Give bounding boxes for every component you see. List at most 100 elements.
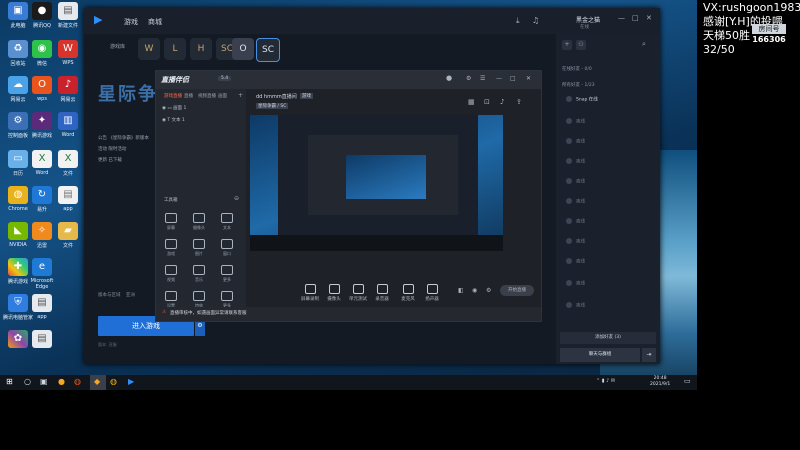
tool-item[interactable]: 更多: [216, 265, 238, 283]
tab-video-live[interactable]: 视频直播: [198, 93, 216, 99]
friend-item[interactable]: 离线: [566, 280, 585, 287]
search-icon[interactable]: ○: [24, 377, 31, 386]
search-icon[interactable]: ⌕: [642, 40, 646, 49]
news-item[interactable]: 更新 已下载: [98, 155, 149, 166]
game-tab-2[interactable]: L: [164, 38, 186, 60]
nav-shop[interactable]: 商城: [148, 17, 162, 27]
grid-icon[interactable]: ▦: [468, 98, 475, 106]
menu-icon[interactable]: ☰: [480, 75, 485, 82]
chrome-taskbar-icon[interactable]: ◍: [110, 377, 117, 386]
microphone-button[interactable]: 麦克风: [396, 284, 420, 302]
taskbar-app-icon[interactable]: ●: [58, 377, 65, 386]
desktop-icon-music[interactable]: ♪ 网易云: [52, 76, 84, 103]
region-value[interactable]: 亚洲: [126, 292, 135, 298]
tool-item[interactable]: 文本: [216, 213, 238, 231]
friend-item[interactable]: 离线: [566, 258, 585, 265]
close-icon[interactable]: ✕: [526, 75, 531, 82]
clock-date: 2021/9/1: [650, 382, 671, 387]
mic-toggle-icon[interactable]: ◉: [472, 287, 477, 294]
game-tab-5[interactable]: O: [232, 38, 254, 60]
user-name[interactable]: 黑金之猫: [576, 15, 600, 24]
desktop-icon-doc2[interactable]: ▤: [26, 330, 58, 350]
friend-item[interactable]: 离线: [566, 302, 585, 309]
news-item[interactable]: 活动 限时活动: [98, 144, 149, 155]
desktop-icon-edge[interactable]: e Microsoft Edge: [26, 258, 58, 290]
tool-item[interactable]: 窗口: [216, 239, 238, 257]
room-tag[interactable]: 游戏: [300, 93, 313, 99]
recorder-button[interactable]: 录音器: [370, 284, 394, 302]
close-icon[interactable]: ✕: [646, 14, 652, 22]
expand-chat-icon[interactable]: ⇥: [642, 348, 656, 362]
share-icon[interactable]: ⇪: [516, 98, 522, 106]
stream-preview[interactable]: [250, 115, 503, 251]
firefox-icon[interactable]: ◍: [74, 377, 81, 386]
screen-record-button[interactable]: 屏幕录制: [298, 284, 322, 302]
game-tab-1[interactable]: W: [138, 38, 160, 60]
start-live-button[interactable]: 开始直播: [500, 285, 534, 296]
tab-scene[interactable]: 画面: [218, 93, 227, 99]
friend-item[interactable]: 离线: [566, 198, 585, 205]
avatar-icon[interactable]: ●: [446, 74, 452, 82]
maximize-icon[interactable]: □: [632, 14, 639, 22]
friend-item[interactable]: 离线: [566, 138, 585, 145]
all-friends-header[interactable]: 所有好友 - 1/23: [562, 82, 595, 88]
add-scene-icon[interactable]: +: [238, 92, 243, 99]
news-item[interactable]: 公告 《星际争霸》新版本: [98, 133, 149, 144]
source-item[interactable]: ◉ T 文本 1: [162, 117, 185, 123]
test-button[interactable]: 单元测试: [346, 284, 370, 302]
desktop-icon-sheet[interactable]: X 文件: [52, 150, 84, 177]
speaker-button[interactable]: 扬声器: [420, 284, 444, 302]
task-view-icon[interactable]: ▣: [40, 377, 48, 386]
record-icon[interactable]: ◧: [458, 287, 464, 294]
friend-item[interactable]: 离线: [566, 178, 585, 185]
start-icon[interactable]: ⊞: [6, 377, 13, 386]
friend-item[interactable]: Snap 在线: [566, 96, 598, 103]
download-icon[interactable]: ⤓: [516, 16, 520, 26]
category-select[interactable]: 星际争霸 / SC: [256, 103, 289, 109]
settings-icon[interactable]: ⚙: [466, 75, 471, 82]
desktop-icon-wps[interactable]: W WPS: [52, 40, 84, 66]
tool-item[interactable]: 游戏: [160, 239, 182, 257]
maximize-icon[interactable]: □: [510, 75, 516, 82]
toolbox-options-icon[interactable]: ⊖: [234, 195, 239, 202]
tool-item[interactable]: 视频: [160, 265, 182, 283]
desktop-icon-blank[interactable]: ▤ app: [52, 186, 84, 212]
game-tab-starcraft[interactable]: SC: [256, 38, 280, 62]
room-title[interactable]: dd hmmm直播间: [256, 93, 297, 100]
tab-live[interactable]: 直播: [184, 93, 193, 99]
launcher-taskbar-icon[interactable]: ▶: [128, 377, 134, 386]
friend-item[interactable]: 离线: [566, 158, 585, 165]
chat-groups-button[interactable]: 聊天与群组: [560, 348, 640, 362]
add-friend-button[interactable]: 添加好友 (3): [560, 332, 656, 344]
tool-item[interactable]: 图片: [188, 239, 210, 257]
game-tab-3[interactable]: H: [190, 38, 212, 60]
source-item[interactable]: ◉ ▭ 画面 1: [162, 105, 186, 111]
games-library-label[interactable]: 游戏库: [110, 43, 125, 50]
desktop-icon-doc[interactable]: ▥ Word: [52, 112, 84, 138]
minimize-icon[interactable]: —: [618, 14, 625, 22]
tool-item[interactable]: 音乐: [188, 265, 210, 283]
bell-icon[interactable]: ♫: [532, 16, 539, 25]
bell-icon[interactable]: ♪: [500, 98, 504, 106]
nav-games[interactable]: 游戏: [124, 17, 138, 27]
friend-item[interactable]: 离线: [566, 118, 585, 125]
lock-icon[interactable]: ⊡: [484, 98, 490, 106]
desktop-icon-folder[interactable]: ▰ 文件: [52, 222, 84, 249]
friend-item[interactable]: 离线: [566, 218, 585, 225]
tool-item[interactable]: 摄像头: [188, 213, 210, 231]
minimize-icon[interactable]: —: [496, 75, 502, 82]
desktop-icon-app[interactable]: ▤ app: [26, 294, 58, 320]
notification-icon[interactable]: ▭: [684, 377, 691, 385]
gear-icon[interactable]: ⚙: [486, 287, 491, 294]
clock[interactable]: 20:48 2021/9/1: [650, 376, 670, 388]
tool-item[interactable]: 屏幕: [160, 213, 182, 231]
version-badge[interactable]: 5.4: [218, 76, 232, 81]
camera-button[interactable]: 摄像头: [322, 284, 346, 302]
online-friends-header[interactable]: 在线好友 - 0/0: [562, 66, 592, 72]
friend-item[interactable]: 离线: [566, 238, 585, 245]
tab-game-live[interactable]: 游戏直播: [164, 93, 182, 99]
desktop-icon-file[interactable]: ▤ 新建文件: [52, 2, 84, 29]
add-friend-icon[interactable]: +: [562, 40, 572, 50]
group-icon[interactable]: ⚇: [576, 40, 586, 50]
tray-icons[interactable]: ⌃ ▮ ♪ ✉: [596, 378, 615, 384]
